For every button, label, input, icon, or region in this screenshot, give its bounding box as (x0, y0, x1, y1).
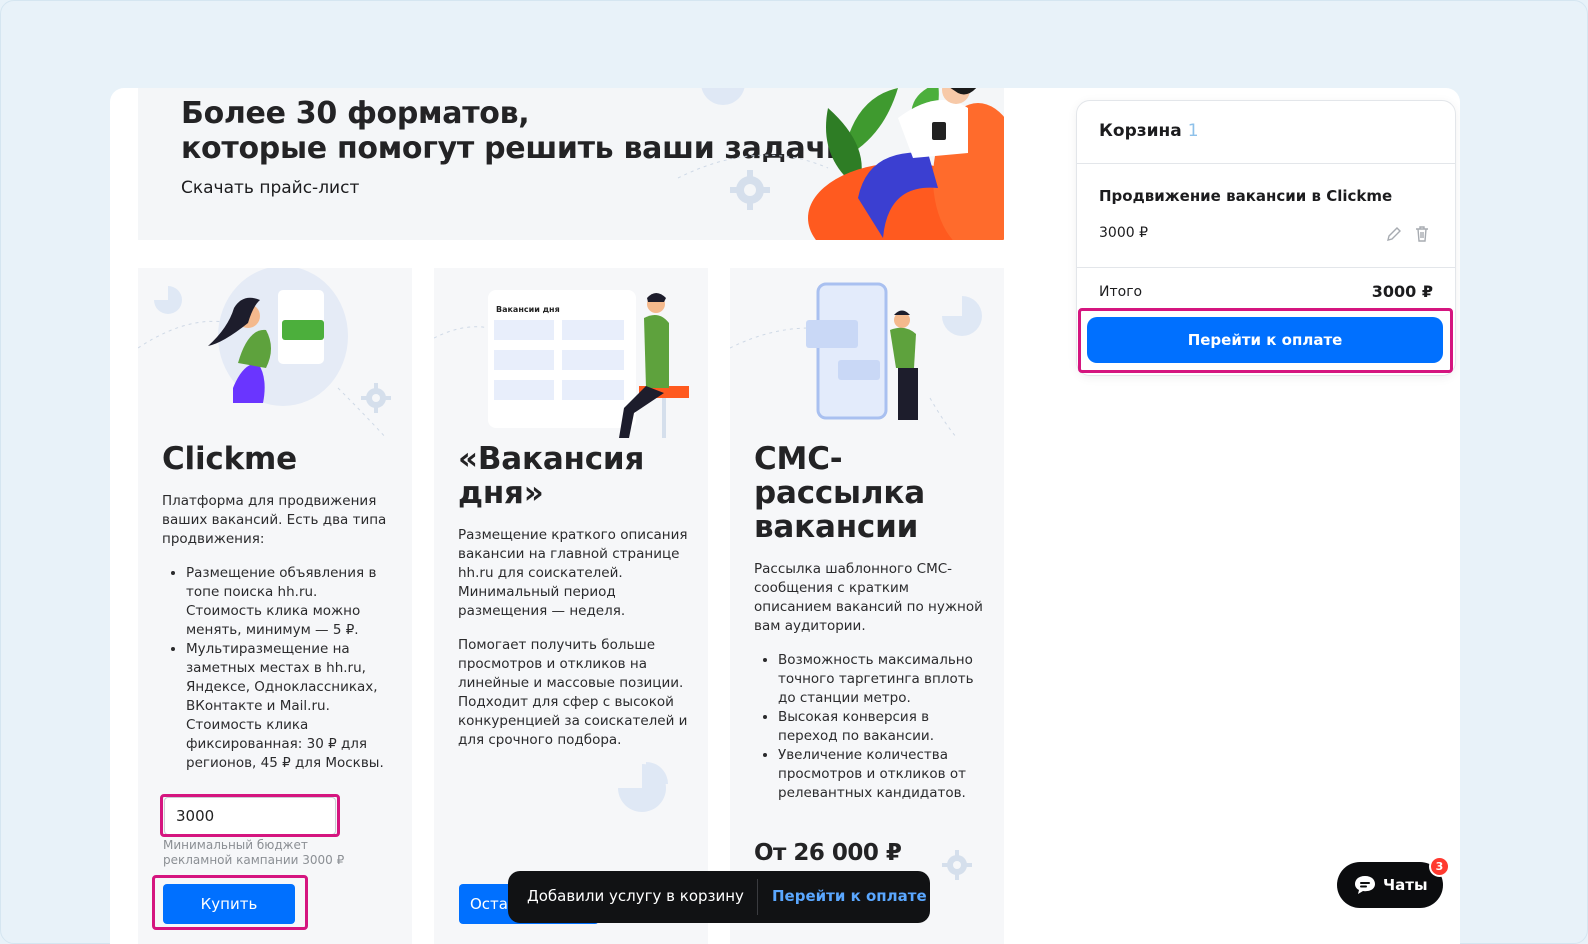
sms-bullet-2: Высокая конверсия в переход по вакансии. (778, 708, 986, 746)
sms-bullet-1: Возможность максимально точного таргетин… (778, 651, 986, 708)
chat-unread-badge: 3 (1429, 856, 1450, 877)
vacancy-of-day-para2: Помогает получить больше просмотров и от… (458, 637, 688, 748)
clickme-bullet-1: Размещение объявления в топе поиска hh.r… (186, 564, 394, 640)
chat-bubble-icon (1355, 876, 1375, 894)
clickme-description: Платформа для продвижения ваших вакансий… (162, 492, 394, 773)
sms-title: СМС- рассылка вакансии (754, 442, 925, 544)
sms-title-line2: рассылка (754, 475, 925, 511)
cart-total-value: 3000 ₽ (1371, 282, 1433, 301)
budget-input-highlight (160, 794, 340, 837)
edit-pencil-icon[interactable] (1385, 225, 1403, 243)
sms-intro: Рассылка шаблонного СМС-сообщения с крат… (754, 561, 983, 634)
gear-icon (942, 850, 972, 880)
buy-button-highlight (152, 875, 308, 930)
toast-notification: Добавили услугу в корзину Перейти к опла… (508, 871, 930, 923)
vacancy-of-day-title-line2: дня» (458, 475, 544, 511)
cart-item-name: Продвижение вакансии в Clickme (1099, 187, 1393, 205)
sms-bullets: Возможность максимально точного таргетин… (754, 651, 986, 803)
card-vacancy-of-day: Вакансии дня «Вакансия дня» Размещение к… (434, 268, 708, 944)
cart-title-label: Корзина (1099, 121, 1182, 141)
clickme-bullet-2: Мультиразмещение на заметных местах в hh… (186, 640, 394, 773)
clickme-bullets: Размещение объявления в топе поиска hh.r… (162, 564, 394, 773)
cart-title: Корзина 1 (1099, 121, 1199, 141)
vacancy-of-day-title-line1: «Вакансия (458, 441, 645, 477)
art-header-text: Вакансии дня (496, 305, 560, 314)
clickme-illustration (138, 268, 391, 438)
banner-illustration (677, 88, 1004, 240)
chats-label: Чаты (1383, 876, 1428, 894)
toast-message: Добавили услугу в корзину (527, 887, 744, 905)
cart-count-badge: 1 (1187, 121, 1199, 141)
chats-button[interactable]: Чаты (1337, 862, 1443, 908)
trash-icon[interactable] (1413, 225, 1431, 243)
download-price-list-link[interactable]: Скачать прайс-лист (181, 178, 359, 198)
cart-divider (1077, 163, 1455, 164)
sms-description: Рассылка шаблонного СМС-сообщения с крат… (754, 560, 986, 803)
sms-illustration (730, 282, 982, 438)
toast-divider (757, 879, 758, 915)
sms-title-line3: вакансии (754, 509, 919, 545)
sms-title-line1: СМС- (754, 441, 843, 477)
vacancy-of-day-description: Размещение краткого описания вакансии на… (458, 526, 690, 750)
checkout-button-highlight (1078, 308, 1453, 373)
sms-price: От 26 000 ₽ (754, 840, 902, 866)
cart-divider (1077, 267, 1455, 268)
pie-chart-icon (618, 762, 668, 812)
cart-item-price: 3000 ₽ (1099, 225, 1148, 241)
vacancy-of-day-illustration: Вакансии дня (434, 290, 689, 438)
cart-total-label: Итого (1099, 284, 1143, 300)
budget-hint: Минимальный бюджет рекламной кампании 30… (163, 838, 345, 867)
vacancy-of-day-title: «Вакансия дня» (458, 442, 644, 510)
toast-checkout-link[interactable]: Перейти к оплате (772, 887, 927, 905)
clickme-title: Clickme (162, 441, 297, 477)
clickme-intro: Платформа для продвижения ваших вакансий… (162, 493, 387, 547)
promo-banner: Более 30 форматов, которые помогут решит… (138, 88, 1004, 240)
sms-bullet-3: Увеличение количества просмотров и откли… (778, 746, 986, 803)
vacancy-of-day-para1: Размещение краткого описания вакансии на… (458, 527, 688, 619)
